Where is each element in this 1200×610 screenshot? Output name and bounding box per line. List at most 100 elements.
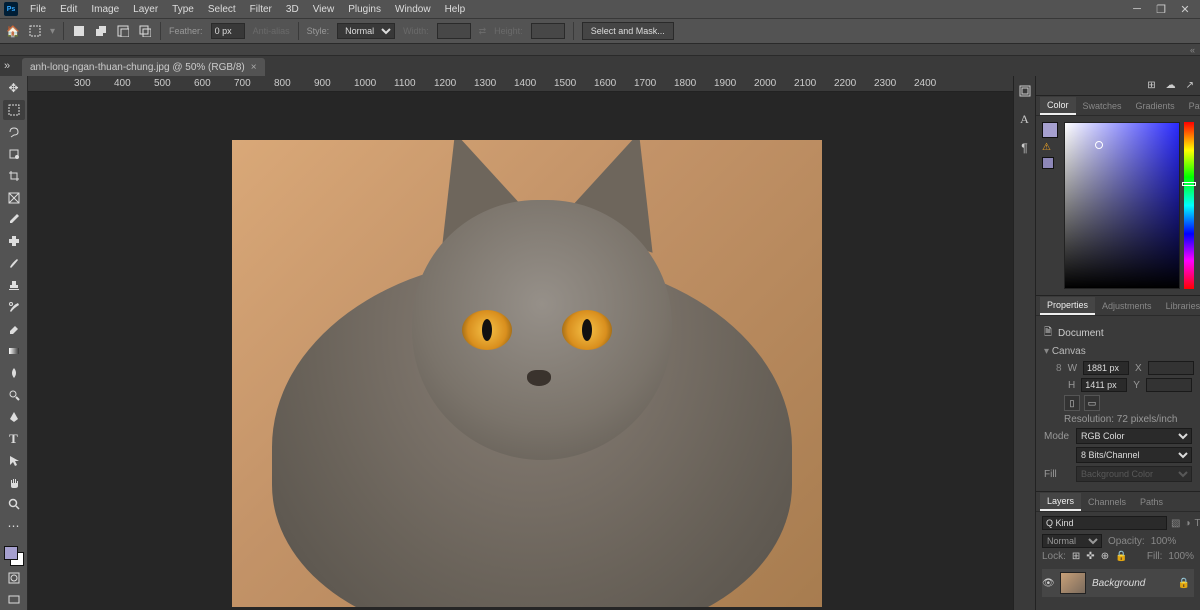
filter-adjust-icon[interactable]: ◑ [1184,518,1190,529]
visibility-icon[interactable]: 👁 [1042,578,1054,588]
menu-3d[interactable]: 3D [280,2,305,17]
healing-tool[interactable] [3,231,25,251]
menu-file[interactable]: File [24,2,52,17]
lock-all-icon[interactable]: 🔒 [1115,551,1127,562]
websafe-chip[interactable] [1042,157,1054,169]
canvas-width-input[interactable] [1083,361,1129,375]
dodge-tool[interactable] [3,385,25,405]
menu-plugins[interactable]: Plugins [342,2,387,17]
filter-pixel-icon[interactable]: ▧ [1171,518,1180,529]
layer-thumbnail[interactable] [1060,572,1086,594]
orient-portrait-icon[interactable]: ▯ [1064,395,1080,411]
type-tool[interactable]: T [3,429,25,449]
foreground-chip[interactable] [1042,122,1058,138]
tab-properties[interactable]: Properties [1040,297,1095,315]
layer-filter-input[interactable] [1042,516,1167,530]
link-dims-icon[interactable]: 8 [1056,363,1062,374]
menu-select[interactable]: Select [202,2,242,17]
tab-libraries[interactable]: Libraries [1159,298,1200,314]
collapsed-panels: A ¶ [1013,76,1035,610]
stamp-tool[interactable] [3,275,25,295]
quickmask-icon[interactable] [3,568,25,588]
canvas-height-input[interactable] [1081,378,1127,392]
pen-tool[interactable] [3,407,25,427]
menu-help[interactable]: Help [439,2,472,17]
tab-layers[interactable]: Layers [1040,493,1081,511]
marquee-tool[interactable] [3,100,25,120]
orient-landscape-icon[interactable]: ▭ [1084,395,1100,411]
screenmode-icon[interactable] [3,590,25,610]
tab-adjustments[interactable]: Adjustments [1095,298,1159,314]
menu-filter[interactable]: Filter [244,2,278,17]
tab-gradients[interactable]: Gradients [1129,98,1182,114]
window-close-icon[interactable]: ✕ [1174,3,1196,16]
blend-mode-select[interactable]: Normal [1042,534,1102,548]
hue-slider[interactable] [1184,122,1194,289]
history-brush-tool[interactable] [3,297,25,317]
menu-edit[interactable]: Edit [54,2,83,17]
home-icon[interactable]: 🏠 [6,24,20,38]
tab-patterns[interactable]: Patterns [1182,98,1200,114]
zoom-tool[interactable] [3,495,25,515]
tab-expand-icon[interactable]: » [4,60,18,74]
style-select[interactable]: Normal [337,23,395,39]
resolution-label: Resolution: 72 pixels/inch [1064,414,1192,425]
marquee-tool-icon[interactable] [28,24,42,38]
eraser-tool[interactable] [3,319,25,339]
opacity-value[interactable]: 100% [1151,536,1177,547]
color-swatches[interactable] [4,546,24,566]
crop-tool[interactable] [3,166,25,186]
character-panel-icon[interactable]: A [1020,112,1029,127]
menu-type[interactable]: Type [166,2,200,17]
hand-tool[interactable] [3,473,25,493]
edit-toolbar-icon[interactable]: ⋯ [3,516,25,536]
menu-layer[interactable]: Layer [127,2,164,17]
tab-paths[interactable]: Paths [1133,494,1170,510]
menu-window[interactable]: Window [389,2,437,17]
share-icon[interactable]: ↗ [1186,80,1194,91]
gradient-tool[interactable] [3,341,25,361]
layer-fill-value[interactable]: 100% [1168,551,1194,562]
menu-view[interactable]: View [307,2,341,17]
cloud-icon[interactable]: ☁ [1166,80,1176,91]
fill-select[interactable]: Background Color [1076,466,1192,482]
color-mode-select[interactable]: RGB Color [1076,428,1192,444]
lock-artboard-icon[interactable]: ⊕ [1101,551,1109,562]
move-tool[interactable]: ✥ [3,78,25,98]
layer-name[interactable]: Background [1092,578,1145,589]
brush-tool[interactable] [3,253,25,273]
height-input [531,23,565,39]
canvas-section[interactable]: Canvas [1044,346,1192,357]
color-field[interactable] [1064,122,1180,289]
blur-tool[interactable] [3,363,25,383]
panel-menu-icon[interactable]: « [1190,45,1196,55]
frame-tool[interactable] [3,188,25,208]
selection-new-icon[interactable] [72,24,86,38]
bit-depth-select[interactable]: 8 Bits/Channel [1076,447,1192,463]
window-restore-icon[interactable]: ❐ [1150,3,1172,16]
selection-tool[interactable] [3,144,25,164]
selection-intersect-icon[interactable] [138,24,152,38]
lock-pixels-icon[interactable]: ⊞ [1072,551,1080,562]
document-tab[interactable]: anh-long-ngan-thuan-chung.jpg @ 50% (RGB… [22,58,265,76]
lasso-tool[interactable] [3,122,25,142]
layer-row[interactable]: 👁 Background 🔒 [1042,569,1194,597]
close-tab-icon[interactable]: × [251,62,257,73]
history-panel-icon[interactable] [1018,84,1032,98]
window-minimize-icon[interactable]: ─ [1126,3,1148,15]
lock-position-icon[interactable]: ✜ [1086,551,1094,562]
path-select-tool[interactable] [3,451,25,471]
canvas[interactable] [28,92,1013,610]
tab-swatches[interactable]: Swatches [1076,98,1129,114]
select-and-mask-button[interactable]: Select and Mask... [582,22,674,40]
eyedropper-tool[interactable] [3,210,25,230]
paragraph-panel-icon[interactable]: ¶ [1021,141,1027,155]
tab-color[interactable]: Color [1040,97,1076,115]
tab-channels[interactable]: Channels [1081,494,1133,510]
selection-add-icon[interactable] [94,24,108,38]
menu-image[interactable]: Image [85,2,125,17]
feather-input[interactable] [211,23,245,39]
filter-type-icon[interactable]: T [1195,518,1200,529]
search-icon[interactable]: ⊞ [1147,80,1155,91]
selection-subtract-icon[interactable] [116,24,130,38]
